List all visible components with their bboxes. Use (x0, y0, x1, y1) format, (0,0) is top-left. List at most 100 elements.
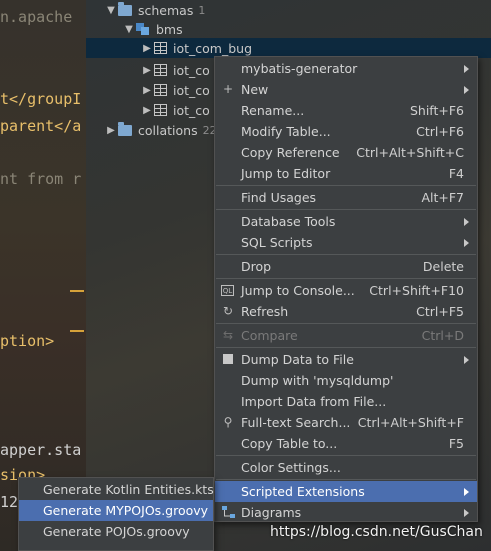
menu-item-color-settings[interactable]: Color Settings... (215, 457, 477, 478)
expand-arrow-icon[interactable]: ▼ (104, 5, 118, 16)
tree-node-collations[interactable]: ▶ collations 22 (104, 120, 217, 140)
menu-item-new[interactable]: + New (215, 79, 477, 100)
context-menu: mybatis-generator + New Rename... Shift+… (214, 56, 478, 522)
tree-node-table[interactable]: ▶ iot_co (140, 60, 210, 80)
tree-node-bms[interactable]: ▼ bms (122, 19, 183, 39)
menu-separator (216, 347, 476, 348)
menu-item-copy-reference[interactable]: Copy Reference Ctrl+Alt+Shift+C (215, 142, 477, 163)
menu-item-database-tools[interactable]: Database Tools (215, 211, 477, 232)
tree-node-schemas[interactable]: ▼ schemas 1 (104, 0, 205, 20)
menu-item-label: Modify Table... (241, 124, 331, 139)
tree-node-label: iot_co (173, 102, 210, 118)
menu-separator (216, 254, 476, 255)
collapse-arrow-icon[interactable]: ▶ (140, 105, 154, 116)
submenu-item-label: Generate POJOs.groovy (43, 524, 190, 539)
menu-item-shortcut: Ctrl+Alt+Shift+F (357, 415, 464, 430)
compare-icon: ⇆ (222, 328, 234, 342)
table-icon (154, 104, 167, 116)
menu-item-find-usages[interactable]: Find Usages Alt+F7 (215, 187, 477, 208)
folder-icon (118, 121, 132, 136)
change-marker (70, 330, 84, 332)
submenu-arrow-icon (464, 85, 469, 94)
submenu-item-label: Generate MYPOJOs.groovy (43, 503, 209, 518)
menu-item-refresh[interactable]: ↻ Refresh Ctrl+F5 (215, 301, 477, 322)
menu-item-label: Full-text Search... (241, 415, 351, 430)
schema-icon (136, 23, 150, 35)
submenu-item-generate-mypojos[interactable]: Generate MYPOJOs.groovy (19, 500, 213, 521)
code-line: ption> (0, 332, 55, 350)
tree-node-label: iot_co (173, 82, 210, 98)
menu-item-dump-mysqldump[interactable]: Dump with 'mysqldump' (215, 370, 477, 391)
menu-separator (216, 479, 476, 480)
menu-item-label: Compare (241, 328, 298, 343)
menu-item-shortcut: Ctrl+D (421, 328, 464, 343)
menu-item-shortcut: Ctrl+Shift+F10 (369, 283, 464, 298)
code-line: apper.sta (0, 441, 82, 459)
console-icon: QL (221, 285, 234, 296)
menu-item-label: Copy Reference (241, 145, 340, 160)
menu-item-shortcut: F5 (448, 436, 464, 451)
menu-item-label: Jump to Console... (241, 283, 355, 298)
expand-arrow-icon[interactable]: ▼ (122, 24, 136, 35)
submenu-item-generate-kotlin[interactable]: Generate Kotlin Entities.kts (19, 479, 214, 500)
table-icon (154, 42, 167, 54)
menu-item-jump-to-console[interactable]: QL Jump to Console... Ctrl+Shift+F10 (215, 280, 477, 301)
collapse-arrow-icon[interactable]: ▶ (140, 85, 154, 96)
menu-item-label: Refresh (241, 304, 289, 319)
folder-icon (118, 1, 132, 16)
menu-item-label: SQL Scripts (241, 235, 313, 250)
diagram-icon (221, 505, 235, 519)
menu-item-diagrams[interactable]: Diagrams (215, 502, 477, 523)
menu-separator (216, 185, 476, 186)
collapse-arrow-icon[interactable]: ▶ (140, 65, 154, 76)
code-line: 12 (0, 493, 19, 511)
collapse-arrow-icon[interactable]: ▶ (104, 125, 118, 136)
submenu-arrow-icon (464, 217, 469, 226)
menu-item-scripted-extensions[interactable]: Scripted Extensions (215, 481, 477, 502)
code-line: n.apache (0, 8, 73, 26)
menu-item-mybatis-generator[interactable]: mybatis-generator (215, 58, 477, 79)
submenu-arrow-icon (464, 508, 469, 517)
menu-item-shortcut: Ctrl+Alt+Shift+C (356, 145, 464, 160)
menu-item-label: Diagrams (241, 505, 302, 520)
tree-node-label: bms (156, 21, 183, 37)
plus-icon: + (222, 82, 234, 96)
menu-item-jump-to-editor[interactable]: Jump to Editor F4 (215, 163, 477, 184)
menu-item-label: mybatis-generator (241, 61, 358, 76)
tree-node-label: collations (138, 122, 198, 138)
menu-item-label: Color Settings... (241, 460, 341, 475)
menu-item-shortcut: Shift+F6 (409, 103, 464, 118)
menu-item-label: Rename... (241, 103, 305, 118)
tree-node-table[interactable]: ▶ iot_co (140, 80, 210, 100)
submenu-arrow-icon (464, 64, 469, 73)
menu-separator (216, 323, 476, 324)
menu-item-modify-table[interactable]: Modify Table... Ctrl+F6 (215, 121, 477, 142)
refresh-icon: ↻ (222, 304, 234, 318)
submenu-arrow-icon (464, 487, 469, 496)
menu-item-full-text-search[interactable]: ⚲ Full-text Search... Ctrl+Alt+Shift+F (215, 412, 477, 433)
tree-node-table[interactable]: ▶ iot_com_bug (140, 38, 252, 58)
menu-item-drop[interactable]: Drop Delete (215, 256, 477, 277)
submenu-item-generate-pojos[interactable]: Generate POJOs.groovy (19, 521, 213, 542)
menu-item-label: Import Data from File... (241, 394, 387, 409)
menu-item-import-data[interactable]: Import Data from File... (215, 391, 477, 412)
submenu-arrow-icon (464, 238, 469, 247)
menu-item-rename[interactable]: Rename... Shift+F6 (215, 100, 477, 121)
menu-item-label: Scripted Extensions (241, 484, 365, 499)
code-editor[interactable]: n.apache t</groupI parent</a nt from r p… (0, 0, 86, 551)
tree-node-label: iot_com_bug (173, 40, 253, 56)
menu-item-copy-table[interactable]: Copy Table to... F5 (215, 433, 477, 454)
dump-icon (221, 352, 235, 366)
menu-item-sql-scripts[interactable]: SQL Scripts (215, 232, 477, 253)
change-marker (70, 290, 84, 292)
menu-item-dump-data[interactable]: Dump Data to File (215, 349, 477, 370)
menu-separator (216, 278, 476, 279)
menu-item-label: New (241, 82, 269, 97)
collapse-arrow-icon[interactable]: ▶ (140, 43, 154, 54)
menu-item-shortcut: Ctrl+F6 (416, 124, 464, 139)
tree-node-label: schemas (138, 2, 194, 18)
tree-node-table[interactable]: ▶ iot_co (140, 100, 210, 120)
submenu-item-label: Generate Kotlin Entities.kts (43, 482, 214, 497)
menu-item-label: Dump with 'mysqldump' (241, 373, 394, 388)
menu-item-shortcut: Ctrl+F5 (416, 304, 464, 319)
